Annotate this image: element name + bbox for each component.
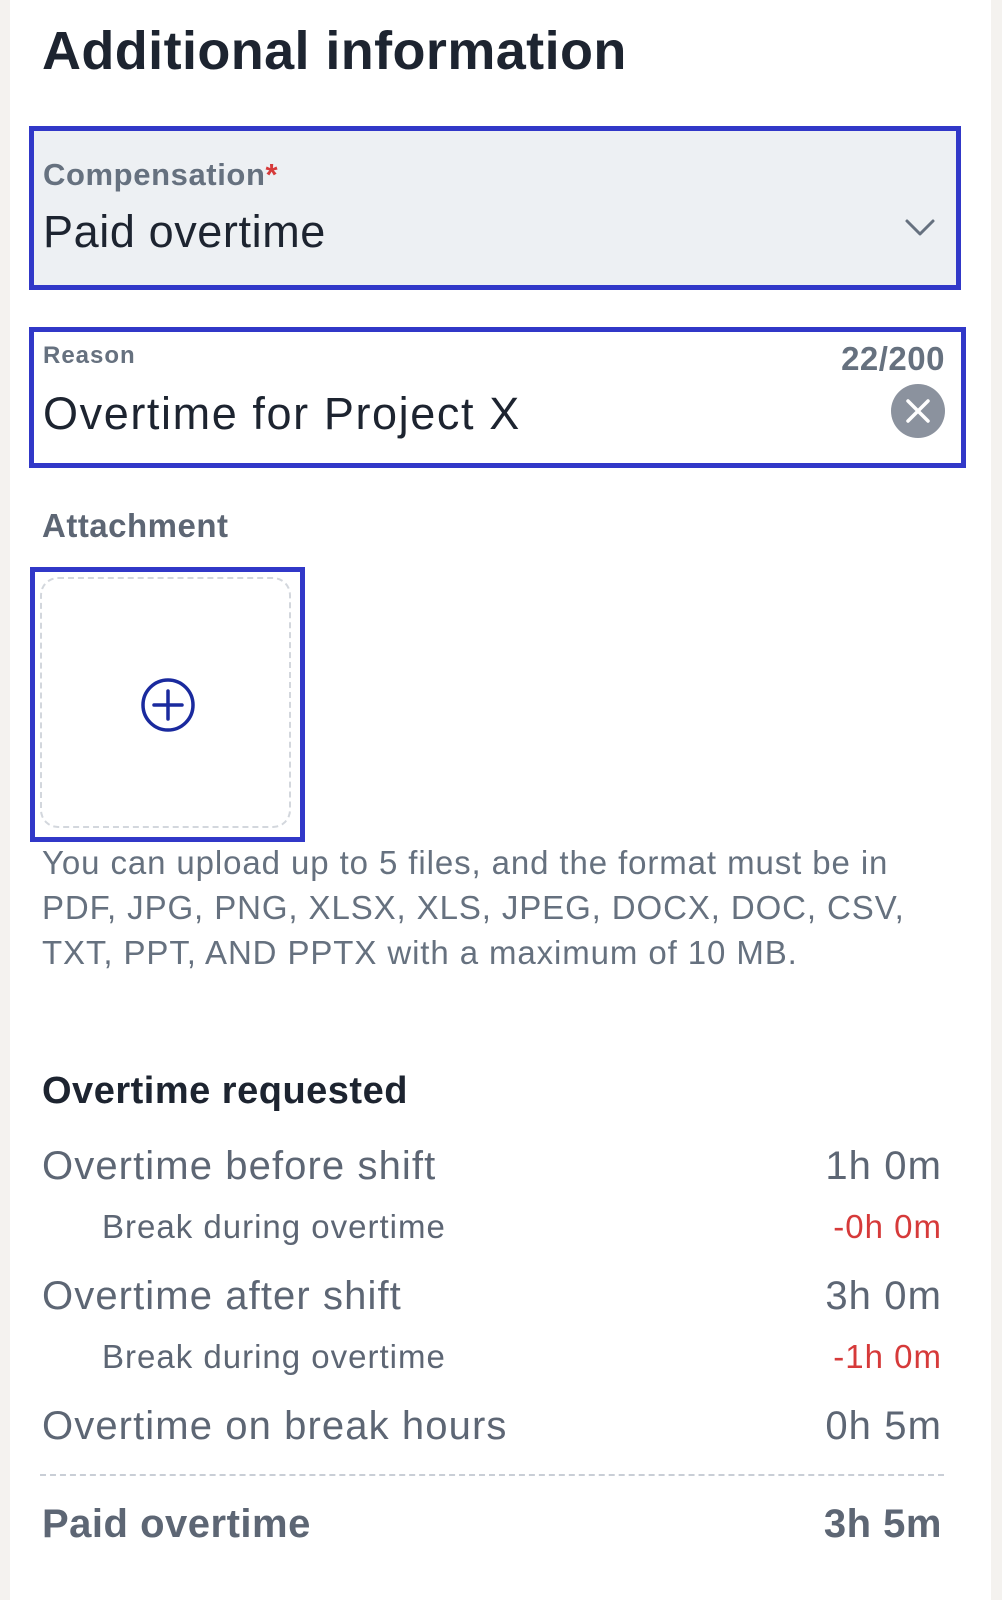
clear-reason-button[interactable] — [891, 384, 945, 438]
reason-field[interactable]: Reason 22/200 — [29, 327, 966, 468]
break-during-overtime-row: Break during overtime -1h 0m — [42, 1338, 942, 1388]
compensation-value: Paid overtime — [43, 206, 326, 257]
reason-label: Reason — [43, 342, 136, 369]
chevron-down-icon[interactable] — [902, 209, 938, 245]
row-value: 1h 0m — [825, 1144, 942, 1188]
row-value-negative: -0h 0m — [833, 1208, 942, 1245]
row-value-negative: -1h 0m — [833, 1338, 942, 1375]
compensation-label: Compensation* — [43, 157, 278, 193]
compensation-select[interactable]: Compensation* Paid overtime — [29, 126, 961, 290]
summary-divider — [40, 1474, 944, 1476]
section-title: Additional information — [42, 21, 627, 81]
overtime-on-break-hours-row: Overtime on break hours 0h 5m — [42, 1404, 942, 1454]
page: Additional information Compensation* Pai… — [10, 0, 991, 1600]
close-icon — [906, 399, 930, 423]
overtime-before-shift-row: Overtime before shift 1h 0m — [42, 1144, 942, 1194]
row-value: 0h 5m — [825, 1404, 942, 1448]
compensation-label-text: Compensation — [43, 157, 266, 192]
total-value: 3h 5m — [823, 1502, 942, 1546]
row-value: 3h 0m — [825, 1274, 942, 1318]
add-attachment-button[interactable] — [30, 567, 305, 842]
row-label: Break during overtime — [102, 1338, 446, 1375]
overtime-requested-title: Overtime requested — [42, 1070, 408, 1112]
reason-char-counter: 22/200 — [841, 340, 945, 377]
required-marker: * — [265, 157, 279, 192]
row-label: Overtime after shift — [42, 1274, 402, 1318]
row-label: Overtime on break hours — [42, 1404, 508, 1448]
paid-overtime-total-row: Paid overtime 3h 5m — [42, 1502, 942, 1552]
plus-circle-icon — [141, 678, 195, 732]
break-during-overtime-row: Break during overtime -0h 0m — [42, 1208, 942, 1258]
attachment-label: Attachment — [42, 507, 229, 544]
row-label: Break during overtime — [102, 1208, 446, 1245]
attachment-help-text: You can upload up to 5 files, and the fo… — [42, 844, 905, 971]
overtime-after-shift-row: Overtime after shift 3h 0m — [42, 1274, 942, 1324]
total-label: Paid overtime — [42, 1502, 311, 1546]
row-label: Overtime before shift — [42, 1144, 437, 1188]
additional-info-card: Additional information Compensation* Pai… — [10, 0, 991, 1062]
reason-input[interactable] — [43, 384, 863, 444]
